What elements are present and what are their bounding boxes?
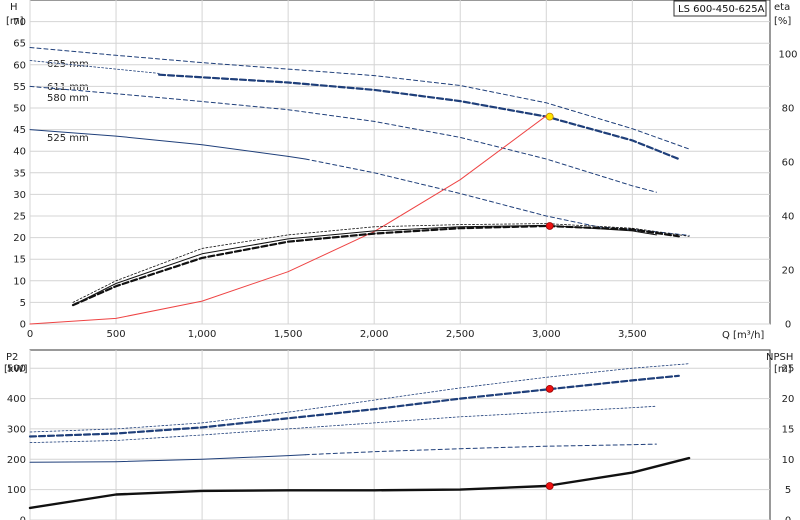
y-left-tick-label: 300 bbox=[7, 424, 26, 435]
series-line bbox=[29, 363, 690, 433]
y-left-tick-label: 25 bbox=[13, 212, 26, 223]
y-right-tick-label: 20 bbox=[782, 266, 795, 277]
x-tick-label: 3,500 bbox=[618, 329, 647, 340]
y-left-tick-label: 45 bbox=[13, 125, 26, 136]
x-tick-label: 2,000 bbox=[360, 329, 389, 340]
series-line bbox=[29, 47, 690, 150]
series-line bbox=[29, 114, 551, 325]
y-left-tick-label: 40 bbox=[13, 147, 26, 158]
y-left-tick-label: 100 bbox=[7, 485, 26, 496]
duty-point-marker bbox=[545, 222, 554, 230]
series-layer bbox=[28, 47, 691, 510]
y-left-tick-label: 200 bbox=[7, 455, 26, 466]
y-right-tick-label: 20 bbox=[782, 394, 795, 405]
y-left-tick-label: 500 bbox=[7, 364, 26, 375]
y-right-tick-label: 60 bbox=[782, 158, 795, 169]
y-left-tick-label: 65 bbox=[13, 39, 26, 50]
y-right-tick-label: 0 bbox=[785, 320, 791, 331]
y-left-tick-label: 0 bbox=[20, 516, 26, 520]
lower-right-axis-title: NPSH bbox=[766, 352, 793, 363]
upper-right-axis-unit: [%] bbox=[774, 16, 791, 27]
y-left-tick-label: 55 bbox=[13, 82, 26, 93]
curve-label-580: 580 mm bbox=[47, 93, 89, 104]
y-right-tick-label: 15 bbox=[782, 424, 795, 435]
duty-point-marker bbox=[545, 384, 554, 393]
y-left-tick-label: 60 bbox=[13, 60, 26, 71]
x-tick-label: 0 bbox=[27, 329, 33, 340]
y-left-tick-label: 50 bbox=[13, 104, 26, 115]
upper-chart: H [m] eta [%] Q [m³/h] bbox=[6, 0, 791, 341]
y-right-tick-label: 0 bbox=[785, 516, 791, 520]
y-right-tick-label: 5 bbox=[785, 485, 791, 496]
model-label-box: LS 600-450-625A bbox=[673, 0, 767, 17]
y-left-tick-label: 5 bbox=[20, 298, 26, 309]
grid-layer bbox=[29, 0, 770, 520]
series-line bbox=[72, 223, 690, 303]
x-axis-title: Q [m³/h] bbox=[722, 330, 764, 341]
series-line bbox=[158, 73, 680, 161]
duty-point-layer bbox=[545, 112, 554, 490]
lower-left-axis-title: P2 bbox=[6, 352, 18, 363]
y-left-tick-label: 70 bbox=[13, 17, 26, 28]
x-tick-label: 2,500 bbox=[446, 329, 475, 340]
y-left-tick-label: 20 bbox=[13, 233, 26, 244]
series-line bbox=[28, 456, 691, 510]
x-tick-label: 1,500 bbox=[274, 329, 303, 340]
y-right-tick-label: 100 bbox=[778, 50, 797, 61]
y-right-tick-label: 80 bbox=[782, 104, 795, 115]
y-left-tick-label: 10 bbox=[13, 276, 26, 287]
series-line bbox=[28, 374, 680, 438]
series-line bbox=[304, 443, 657, 456]
pump-performance-chart: H [m] eta [%] Q [m³/h] LS 600-450-625A 6… bbox=[4, 0, 798, 520]
y-left-tick-label: 15 bbox=[13, 255, 26, 266]
series-line bbox=[29, 85, 657, 193]
curve-label-525: 525 mm bbox=[47, 133, 89, 144]
y-left-tick-label: 30 bbox=[13, 190, 26, 201]
y-right-tick-label: 40 bbox=[782, 212, 795, 223]
duty-point-marker bbox=[545, 112, 554, 121]
y-right-tick-label: 10 bbox=[782, 455, 795, 466]
upper-left-axis-title: H bbox=[10, 2, 18, 13]
duty-point-marker bbox=[545, 482, 554, 490]
y-right-tick-label: 25 bbox=[782, 364, 795, 375]
y-left-tick-label: 35 bbox=[13, 168, 26, 179]
x-tick-label: 3,000 bbox=[532, 329, 561, 340]
upper-right-axis-title: eta bbox=[774, 2, 790, 13]
series-line bbox=[29, 454, 306, 463]
model-label: LS 600-450-625A bbox=[678, 4, 765, 15]
y-left-tick-label: 400 bbox=[7, 394, 26, 405]
x-tick-label: 1,000 bbox=[188, 329, 217, 340]
y-left-tick-label: 0 bbox=[20, 320, 26, 331]
x-tick-label: 500 bbox=[106, 329, 125, 340]
